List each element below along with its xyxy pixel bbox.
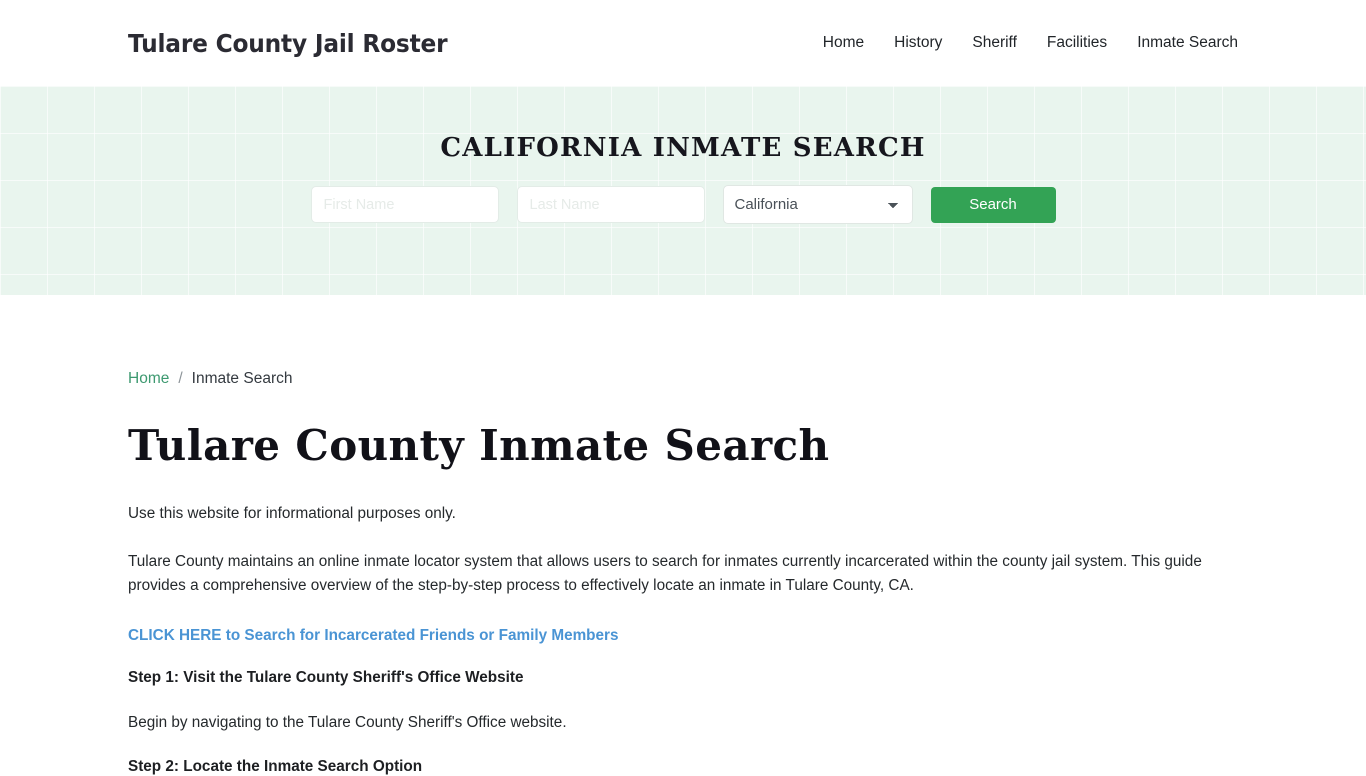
step-2-heading: Step 2: Locate the Inmate Search Option bbox=[128, 758, 423, 776]
nav-item-sheriff[interactable]: Sheriff bbox=[972, 35, 1017, 51]
main-content: Home / Inmate Search Tulare County Inmat… bbox=[0, 295, 1366, 776]
site-brand-logo[interactable]: Tulare County Jail Roster bbox=[128, 29, 448, 58]
step-1-body: Begin by navigating to the Tulare County… bbox=[128, 713, 567, 731]
site-header: Tulare County Jail Roster Home History S… bbox=[0, 0, 1366, 86]
nav-item-facilities[interactable]: Facilities bbox=[1047, 35, 1107, 51]
breadcrumb-link-home[interactable]: Home bbox=[128, 370, 169, 388]
nav-item-home[interactable]: Home bbox=[823, 35, 864, 51]
inmate-search-form: California Search bbox=[310, 185, 1056, 224]
first-name-input[interactable] bbox=[310, 186, 499, 223]
breadcrumb: Home / Inmate Search bbox=[128, 295, 1238, 388]
search-button[interactable]: Search bbox=[930, 186, 1056, 223]
intro-paragraph: Use this website for informational purpo… bbox=[128, 505, 456, 523]
breadcrumb-separator: / bbox=[178, 370, 183, 387]
hero-title: CALIFORNIA INMATE SEARCH bbox=[440, 133, 926, 163]
hero-search-banner: CALIFORNIA INMATE SEARCH California Sear… bbox=[0, 86, 1366, 295]
overview-paragraph: Tulare County maintains an online inmate… bbox=[128, 552, 1202, 594]
page-title: Tulare County Inmate Search bbox=[128, 421, 830, 470]
last-name-input[interactable] bbox=[516, 186, 705, 223]
state-select[interactable]: California bbox=[722, 185, 913, 224]
breadcrumb-current: Inmate Search bbox=[191, 370, 293, 387]
nav-item-inmate-search[interactable]: Inmate Search bbox=[1137, 35, 1238, 51]
step-1-heading: Step 1: Visit the Tulare County Sheriff'… bbox=[128, 668, 524, 686]
main-navigation: Home History Sheriff Facilities Inmate S… bbox=[823, 35, 1238, 51]
nav-item-history[interactable]: History bbox=[894, 35, 942, 51]
cta-search-link[interactable]: CLICK HERE to Search for Incarcerated Fr… bbox=[128, 627, 619, 645]
